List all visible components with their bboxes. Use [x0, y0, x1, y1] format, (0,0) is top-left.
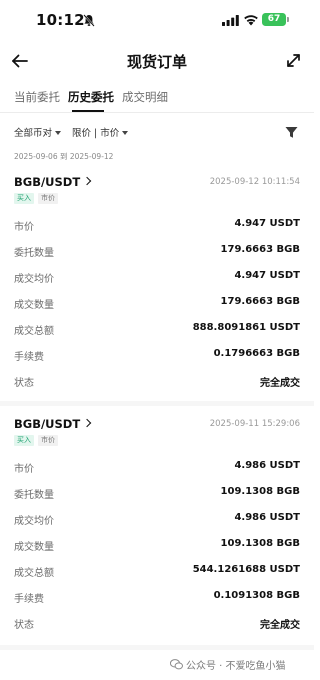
side-badge: 买入 — [14, 435, 34, 446]
order-time: 2025-09-12 10:11:54 — [209, 177, 300, 187]
order-row-status: 状态 完全成交 — [0, 369, 314, 395]
wechat-icon — [170, 659, 183, 670]
row-value: 0.1091308 BGB — [213, 590, 300, 601]
market-filter-dropdown[interactable]: 全部币对 — [14, 125, 62, 139]
chevron-right-icon — [82, 418, 92, 428]
nav-bar: 现货订单 — [0, 45, 314, 77]
row-label: 市价 — [14, 464, 34, 475]
bell-slash-icon — [83, 14, 95, 27]
order-row-order-amount: 委托数量 109.1308 BGB — [0, 481, 314, 507]
row-value: 0.1796663 BGB — [213, 348, 300, 359]
row-label: 成交总额 — [14, 568, 54, 579]
row-value: 888.8091861 USDT — [192, 322, 300, 333]
order-row-total: 成交总额 888.8091861 USDT — [0, 317, 314, 343]
page-title: 现货订单 — [126, 53, 187, 71]
row-label: 状态 — [14, 378, 34, 389]
watermark-text: 公众号 · 不爱吃鱼小猫 — [186, 661, 286, 672]
battery-tip — [287, 17, 289, 22]
order-tabs: 当前委托 历史委托 成交明细 — [0, 86, 314, 112]
order-type-badge: 市价 — [38, 435, 58, 446]
order-card: BGB/USDT 2025-09-11 15:29:06 买入 市价 市价 4.… — [0, 417, 314, 642]
card-divider — [0, 401, 314, 406]
row-value: 4.947 USDT — [234, 270, 300, 281]
row-label: 市价 — [14, 222, 34, 233]
row-value: 179.6663 BGB — [220, 296, 300, 307]
order-row-avg-price: 成交均价 4.947 USDT — [0, 265, 314, 291]
watermark: 公众号 · 不爱吃鱼小猫 — [170, 657, 286, 672]
side-badge: 买入 — [14, 193, 34, 204]
row-label: 成交总额 — [14, 326, 54, 337]
row-value: 544.1261688 USDT — [192, 564, 300, 575]
date-range: 2025-09-06 到 2025-09-12 — [14, 152, 114, 161]
filter-bar: 全部币对 限价 | 市价 — [0, 122, 314, 142]
row-value: 4.986 USDT — [234, 460, 300, 471]
order-row-price: 市价 4.986 USDT — [0, 455, 314, 481]
order-type-filter-label: 限价 | 市价 — [72, 128, 120, 139]
order-type-badge: 市价 — [38, 193, 58, 204]
row-label: 成交数量 — [14, 542, 54, 553]
battery-icon: 67 — [262, 13, 286, 26]
row-label: 手续费 — [14, 594, 44, 605]
caret-down-icon — [122, 131, 129, 135]
row-label: 状态 — [14, 620, 34, 631]
market-filter-label: 全部币对 — [14, 128, 53, 139]
status-time: 10:12 — [36, 11, 85, 29]
row-label: 成交均价 — [14, 274, 54, 285]
row-label: 手续费 — [14, 352, 44, 363]
wifi-icon — [244, 15, 258, 26]
order-pair-link[interactable]: BGB/USDT — [14, 417, 92, 431]
tab-current-orders[interactable]: 当前委托 — [14, 89, 60, 105]
status-value: 完全成交 — [260, 620, 300, 631]
tab-order-history[interactable]: 历史委托 — [68, 89, 114, 105]
order-card: BGB/USDT 2025-09-12 10:11:54 买入 市价 市价 4.… — [0, 175, 314, 400]
row-label: 委托数量 — [14, 248, 54, 259]
status-value: 完全成交 — [260, 378, 300, 389]
row-value: 179.6663 BGB — [220, 244, 300, 255]
card-divider — [0, 645, 314, 650]
order-time: 2025-09-11 15:29:06 — [209, 419, 300, 429]
order-row-order-amount: 委托数量 179.6663 BGB — [0, 239, 314, 265]
order-pair-link[interactable]: BGB/USDT — [14, 175, 92, 189]
row-label: 成交均价 — [14, 516, 54, 527]
row-value: 109.1308 BGB — [220, 538, 300, 549]
row-value: 4.947 USDT — [234, 218, 300, 229]
chevron-right-icon — [82, 176, 92, 186]
row-value: 4.986 USDT — [234, 512, 300, 523]
row-label: 委托数量 — [14, 490, 54, 501]
order-row-fee: 手续费 0.1796663 BGB — [0, 343, 314, 369]
order-pair: BGB/USDT — [14, 417, 81, 431]
order-row-price: 市价 4.947 USDT — [0, 213, 314, 239]
order-type-filter-dropdown[interactable]: 限价 | 市价 — [72, 125, 129, 139]
order-row-fee: 手续费 0.1091308 BGB — [0, 585, 314, 611]
order-row-filled-amount: 成交数量 179.6663 BGB — [0, 291, 314, 317]
order-pair: BGB/USDT — [14, 175, 81, 189]
caret-down-icon — [55, 131, 62, 135]
filter-icon[interactable] — [285, 126, 298, 139]
tab-trade-details[interactable]: 成交明细 — [122, 89, 168, 105]
order-row-avg-price: 成交均价 4.986 USDT — [0, 507, 314, 533]
tabs-divider — [0, 112, 314, 113]
sort-icon[interactable] — [285, 52, 302, 69]
row-label: 成交数量 — [14, 300, 54, 311]
row-value: 109.1308 BGB — [220, 486, 300, 497]
order-row-status: 状态 完全成交 — [0, 611, 314, 637]
status-bar: 10:12 67 — [0, 0, 314, 42]
signal-icon — [222, 15, 239, 26]
order-row-filled-amount: 成交数量 109.1308 BGB — [0, 533, 314, 559]
order-row-total: 成交总额 544.1261688 USDT — [0, 559, 314, 585]
